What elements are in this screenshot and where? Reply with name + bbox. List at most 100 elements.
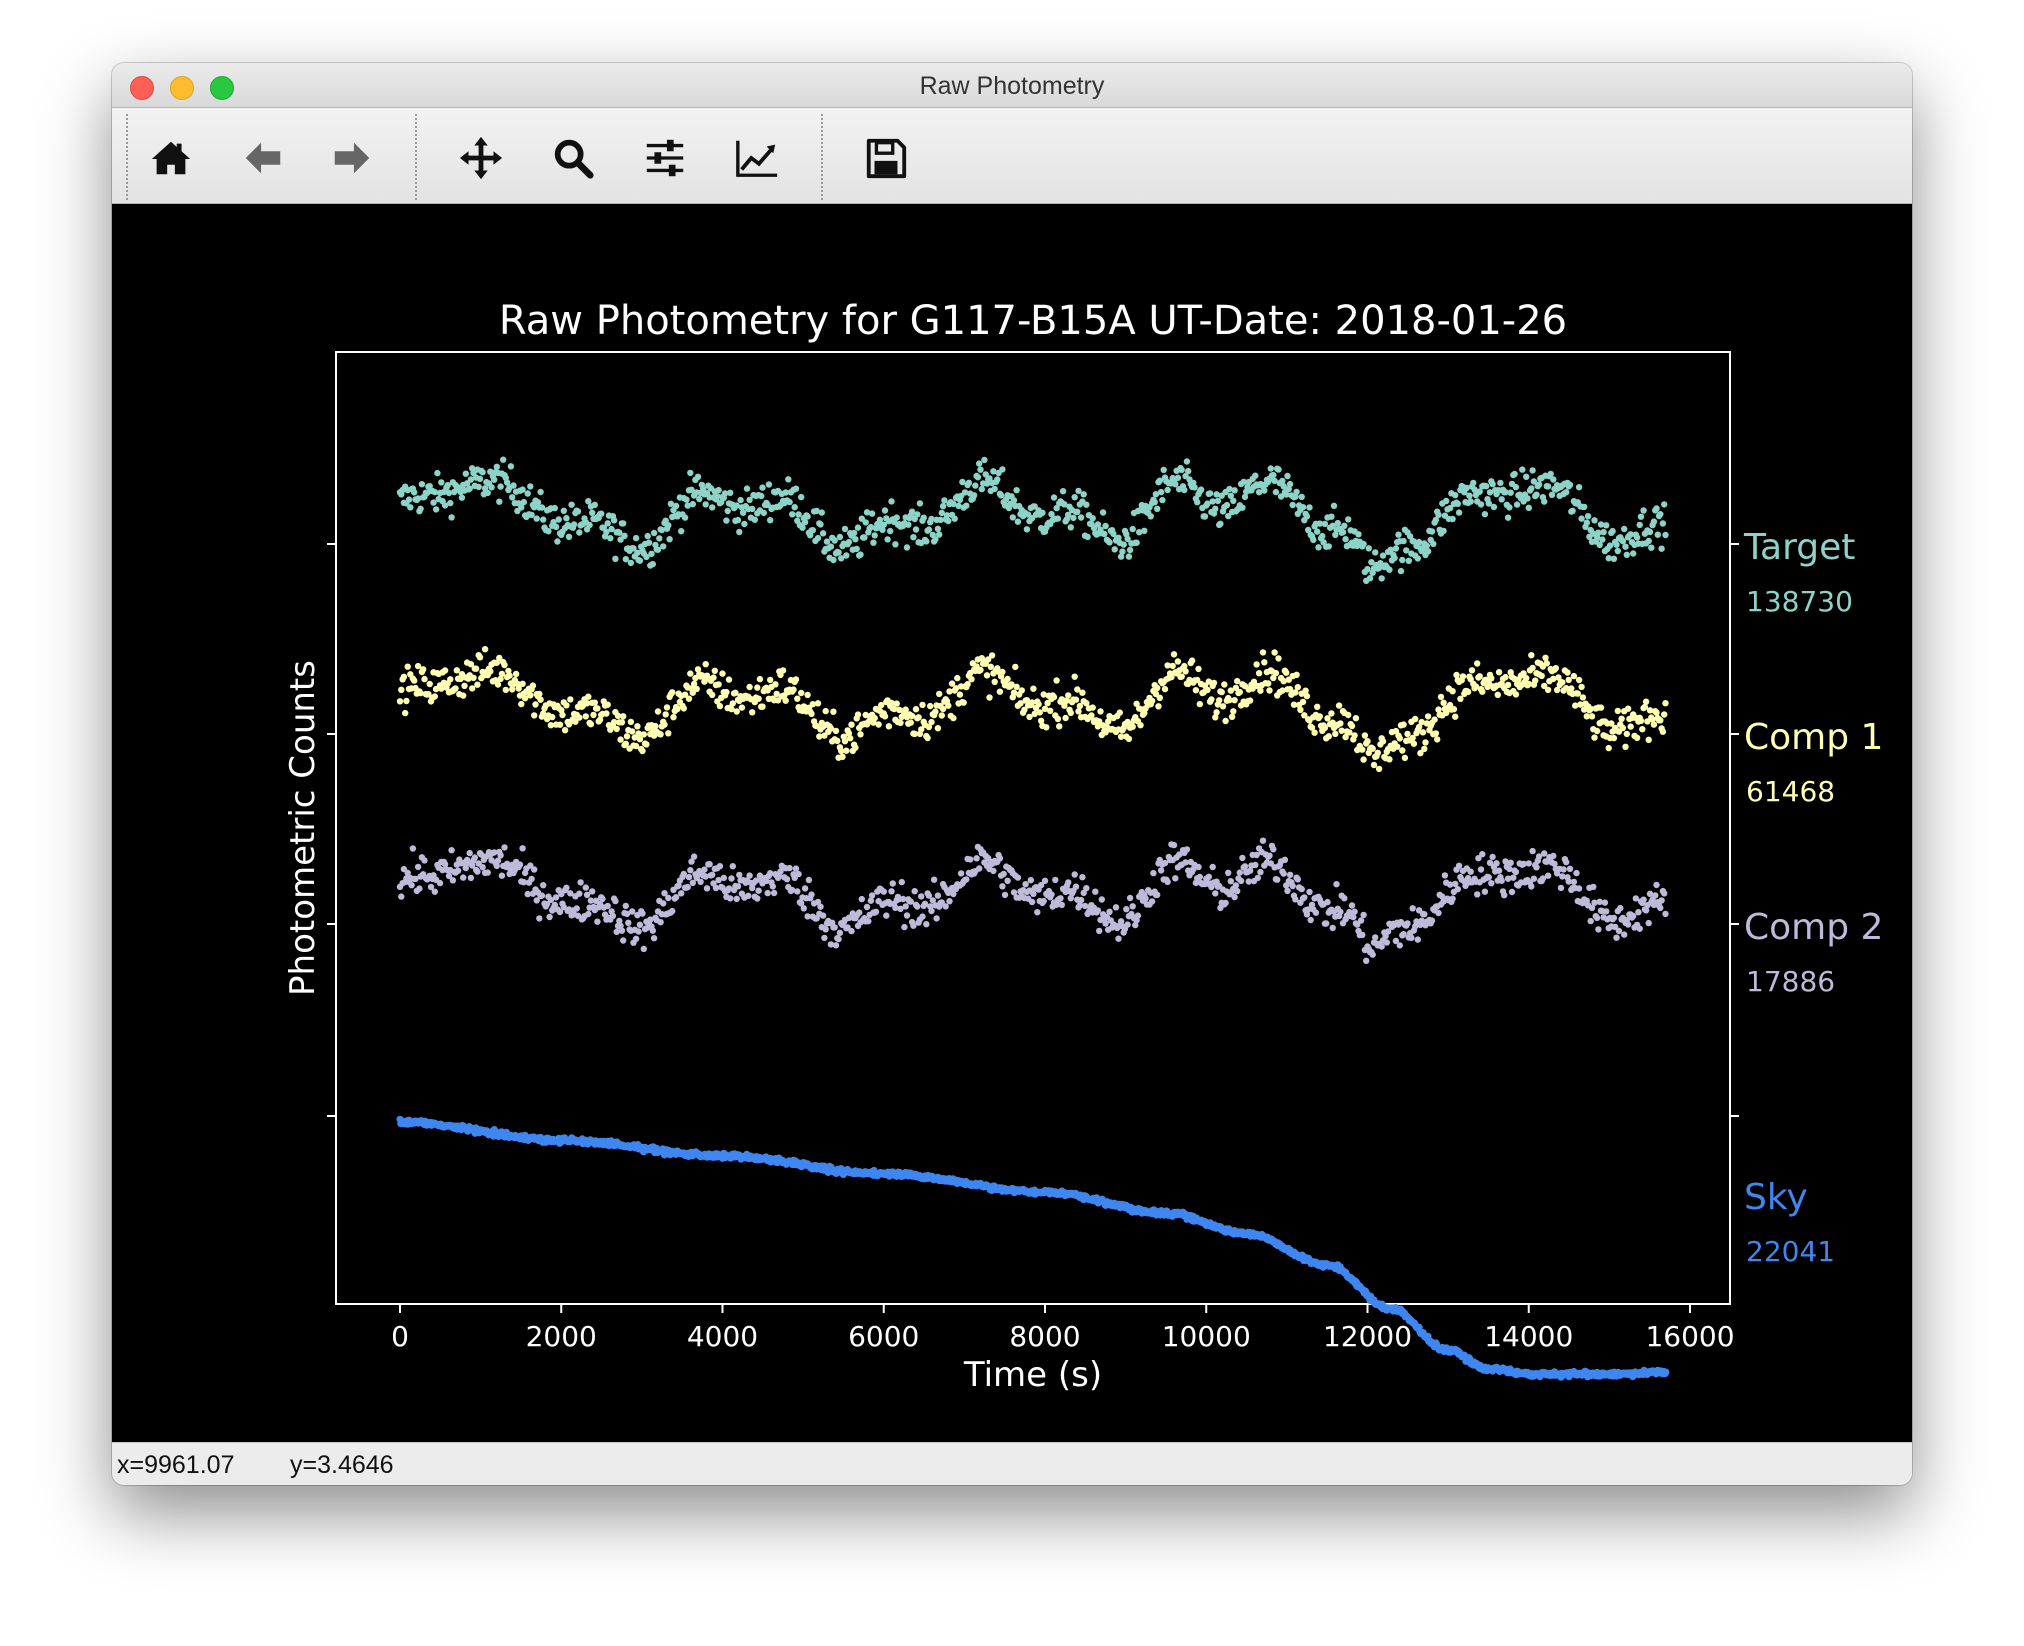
data-point (1422, 739, 1429, 746)
data-point (430, 499, 437, 506)
data-point (795, 870, 802, 878)
data-point (1012, 663, 1019, 671)
data-point (1227, 878, 1235, 885)
x-tick-label: 2000 (526, 1320, 597, 1353)
data-point (590, 711, 597, 719)
home-button[interactable] (144, 132, 198, 184)
data-point (1392, 545, 1400, 552)
data-point (1170, 841, 1178, 849)
data-point (734, 516, 742, 524)
data-point (1013, 683, 1020, 690)
data-point (1621, 525, 1628, 533)
data-point (850, 529, 858, 537)
data-point (656, 535, 663, 542)
data-point (939, 503, 947, 510)
pan-button[interactable] (454, 132, 508, 184)
data-point (672, 502, 680, 510)
data-point (716, 863, 724, 870)
data-point (957, 870, 965, 877)
line-chart-icon (736, 140, 778, 177)
data-point (746, 872, 753, 879)
data-point (629, 908, 636, 915)
data-point (519, 845, 526, 852)
data-point (1605, 744, 1612, 752)
data-point (1098, 896, 1105, 903)
data-point (1306, 504, 1313, 511)
data-point (798, 689, 805, 697)
save-button[interactable] (859, 132, 913, 184)
data-point (1538, 672, 1545, 680)
data-point (967, 856, 974, 863)
configure-subplots-button[interactable] (638, 132, 692, 184)
status-bar: x=9961.07 y=3.4646 (112, 1442, 1912, 1485)
data-point (1359, 746, 1366, 753)
data-point (737, 496, 744, 504)
data-point (836, 929, 844, 936)
data-point (832, 727, 840, 735)
data-point (1636, 521, 1643, 529)
data-point (533, 515, 540, 522)
data-point (1239, 504, 1246, 511)
navigation-toolbar (112, 108, 1912, 204)
data-point (1355, 531, 1362, 538)
data-point (786, 498, 793, 506)
data-point (848, 721, 855, 728)
data-point (1552, 665, 1560, 672)
data-point (1283, 669, 1290, 676)
data-point (421, 675, 428, 683)
data-point (1312, 909, 1320, 916)
data-point (536, 690, 543, 698)
data-point (977, 466, 984, 473)
figure-canvas[interactable]: Raw Photometry for G117-B15A UT-Date: 20… (112, 204, 1912, 1442)
data-point (454, 867, 462, 874)
data-point (479, 864, 486, 871)
back-button[interactable] (236, 132, 290, 184)
edit-axis-button[interactable] (730, 132, 784, 184)
home-icon (151, 141, 191, 175)
data-point (1266, 687, 1273, 694)
data-point (1000, 870, 1007, 878)
data-point (1053, 677, 1060, 684)
data-point (1547, 470, 1554, 478)
forward-button[interactable] (325, 132, 379, 184)
data-point (854, 524, 862, 531)
data-point (741, 520, 748, 528)
data-point (1191, 484, 1198, 491)
data-point (934, 892, 942, 899)
data-point (987, 663, 994, 670)
data-point (1630, 912, 1637, 920)
data-point (1401, 754, 1409, 762)
data-point (974, 474, 982, 481)
data-point (898, 878, 905, 886)
data-point (1579, 694, 1587, 701)
data-point (1365, 545, 1373, 552)
data-point (983, 672, 991, 679)
data-point (1123, 906, 1130, 913)
data-point (999, 883, 1006, 890)
data-point (1345, 516, 1352, 523)
data-point (1004, 877, 1011, 884)
data-point (831, 924, 838, 931)
data-point (1662, 700, 1669, 707)
data-point (1610, 734, 1618, 742)
data-point (1089, 515, 1096, 522)
data-point (972, 482, 979, 489)
data-point (1654, 531, 1662, 538)
data-point (965, 479, 973, 486)
data-point (484, 489, 491, 497)
data-point (1057, 895, 1064, 902)
data-point (621, 532, 628, 539)
data-point (1147, 513, 1155, 520)
toolbar-handle[interactable] (126, 114, 128, 200)
legend-value: 22041 (1746, 1235, 1835, 1268)
data-point (604, 520, 611, 527)
data-point (903, 544, 911, 551)
data-point (1440, 527, 1447, 535)
zoom-button[interactable] (546, 132, 600, 184)
data-point (1454, 886, 1462, 893)
data-point (1236, 688, 1244, 696)
data-point (618, 719, 626, 726)
data-point (418, 481, 426, 488)
data-point (1027, 877, 1034, 884)
data-point (1289, 882, 1296, 890)
